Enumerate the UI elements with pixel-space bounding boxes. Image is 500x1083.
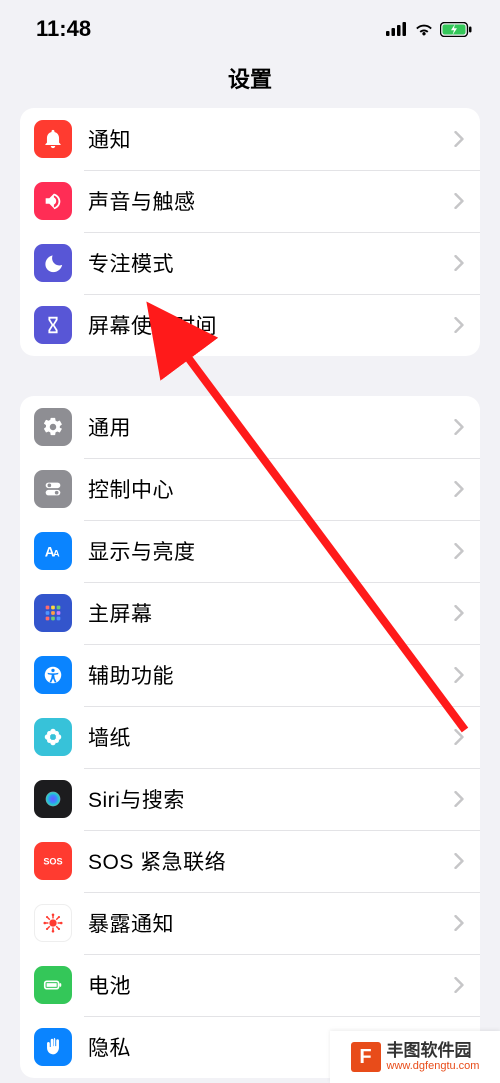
row-focus[interactable]: 专注模式 bbox=[20, 232, 480, 294]
row-label: 辅助功能 bbox=[88, 660, 454, 690]
chevron-right-icon bbox=[454, 193, 464, 209]
row-label: SOS 紧急联络 bbox=[88, 846, 454, 876]
row-sos[interactable]: SOS SOS 紧急联络 bbox=[20, 830, 480, 892]
siri-icon bbox=[34, 780, 72, 818]
row-screen-time[interactable]: 屏幕使用时间 bbox=[20, 294, 480, 356]
row-accessibility[interactable]: 辅助功能 bbox=[20, 644, 480, 706]
row-siri[interactable]: Siri与搜索 bbox=[20, 768, 480, 830]
sos-icon: SOS bbox=[34, 842, 72, 880]
chevron-right-icon bbox=[454, 667, 464, 683]
chevron-right-icon bbox=[454, 791, 464, 807]
chevron-right-icon bbox=[454, 729, 464, 745]
battery-charging-icon bbox=[440, 22, 472, 37]
chevron-right-icon bbox=[454, 255, 464, 271]
chevron-right-icon bbox=[454, 915, 464, 931]
switches-icon bbox=[34, 470, 72, 508]
wifi-icon bbox=[414, 22, 434, 36]
row-wallpaper[interactable]: 墙纸 bbox=[20, 706, 480, 768]
row-label: Siri与搜索 bbox=[88, 784, 454, 814]
settings-group: 通知 声音与触感 专注模式 屏幕使用时间 bbox=[20, 108, 480, 356]
chevron-right-icon bbox=[454, 481, 464, 497]
virus-icon bbox=[34, 904, 72, 942]
hand-icon bbox=[34, 1028, 72, 1066]
row-label: 暴露通知 bbox=[88, 908, 454, 938]
chevron-right-icon bbox=[454, 605, 464, 621]
row-label: 显示与亮度 bbox=[88, 536, 454, 566]
battery-icon bbox=[34, 966, 72, 1004]
page-title: 设置 bbox=[0, 52, 500, 108]
accessibility-icon bbox=[34, 656, 72, 694]
chevron-right-icon bbox=[454, 317, 464, 333]
row-label: 控制中心 bbox=[88, 474, 454, 504]
row-label: 声音与触感 bbox=[88, 186, 454, 216]
grid-icon bbox=[34, 594, 72, 632]
row-label: 墙纸 bbox=[88, 722, 454, 752]
cellular-icon bbox=[386, 22, 408, 36]
row-label: 电池 bbox=[88, 970, 454, 1000]
watermark-name: 丰图软件园 bbox=[387, 1042, 480, 1061]
row-label: 主屏幕 bbox=[88, 598, 454, 628]
chevron-right-icon bbox=[454, 131, 464, 147]
svg-text:A: A bbox=[53, 549, 60, 559]
hourglass-icon bbox=[34, 306, 72, 344]
row-label: 通知 bbox=[88, 124, 454, 154]
text-size-icon: AA bbox=[34, 532, 72, 570]
chevron-right-icon bbox=[454, 977, 464, 993]
row-label: 专注模式 bbox=[88, 248, 454, 278]
watermark-url: www.dgfengtu.com bbox=[387, 1060, 480, 1072]
row-display[interactable]: AA 显示与亮度 bbox=[20, 520, 480, 582]
chevron-right-icon bbox=[454, 419, 464, 435]
watermark-logo-icon: F bbox=[351, 1042, 381, 1072]
flower-icon bbox=[34, 718, 72, 756]
svg-text:SOS: SOS bbox=[43, 857, 62, 867]
row-sounds[interactable]: 声音与触感 bbox=[20, 170, 480, 232]
bell-icon bbox=[34, 120, 72, 158]
settings-list: 通知 声音与触感 专注模式 屏幕使用时间 bbox=[0, 108, 500, 1078]
row-label: 通用 bbox=[88, 412, 454, 442]
status-bar: 11:48 bbox=[0, 0, 500, 52]
row-label: 屏幕使用时间 bbox=[88, 310, 454, 340]
status-time: 11:48 bbox=[36, 16, 91, 42]
row-home-screen[interactable]: 主屏幕 bbox=[20, 582, 480, 644]
chevron-right-icon bbox=[454, 543, 464, 559]
gear-icon bbox=[34, 408, 72, 446]
row-notifications[interactable]: 通知 bbox=[20, 108, 480, 170]
chevron-right-icon bbox=[454, 853, 464, 869]
row-control-center[interactable]: 控制中心 bbox=[20, 458, 480, 520]
row-battery[interactable]: 电池 bbox=[20, 954, 480, 1016]
speaker-icon bbox=[34, 182, 72, 220]
row-general[interactable]: 通用 bbox=[20, 396, 480, 458]
status-indicators bbox=[386, 22, 472, 37]
row-exposure[interactable]: 暴露通知 bbox=[20, 892, 480, 954]
moon-icon bbox=[34, 244, 72, 282]
settings-group: 通用 控制中心 AA 显示与亮度 主屏幕 bbox=[20, 396, 480, 1078]
watermark: F 丰图软件园 www.dgfengtu.com bbox=[330, 1031, 500, 1083]
